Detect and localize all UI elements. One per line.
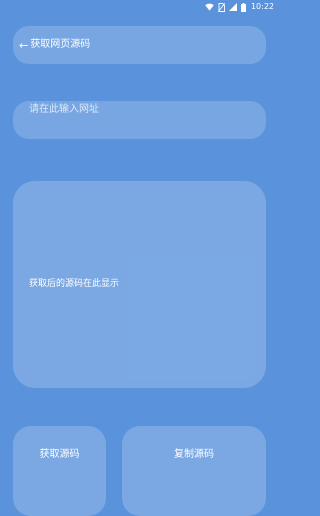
signal-icon	[228, 3, 237, 11]
wifi-icon	[205, 3, 214, 11]
fetch-source-label: 获取源码	[39, 449, 80, 460]
back-arrow-icon[interactable]: ←	[19, 40, 28, 51]
page-title: 获取网页源码	[30, 39, 91, 50]
url-input-container	[13, 101, 266, 139]
url-input[interactable]	[13, 101, 266, 128]
sim-off-icon	[217, 2, 225, 12]
header-bar: ← 获取网页源码	[13, 26, 266, 64]
status-icons: 10:22	[205, 2, 274, 12]
fetch-source-button[interactable]: 获取源码	[13, 426, 106, 516]
battery-icon	[240, 2, 246, 12]
copy-source-button[interactable]: 复制源码	[122, 426, 266, 516]
source-placeholder-text: 获取后的源码在此显示	[29, 279, 120, 289]
copy-source-label: 复制源码	[174, 449, 214, 460]
source-display-area[interactable]: 获取后的源码在此显示	[13, 181, 266, 388]
status-bar: 10:22	[0, 0, 280, 14]
status-time: 10:22	[250, 2, 274, 11]
